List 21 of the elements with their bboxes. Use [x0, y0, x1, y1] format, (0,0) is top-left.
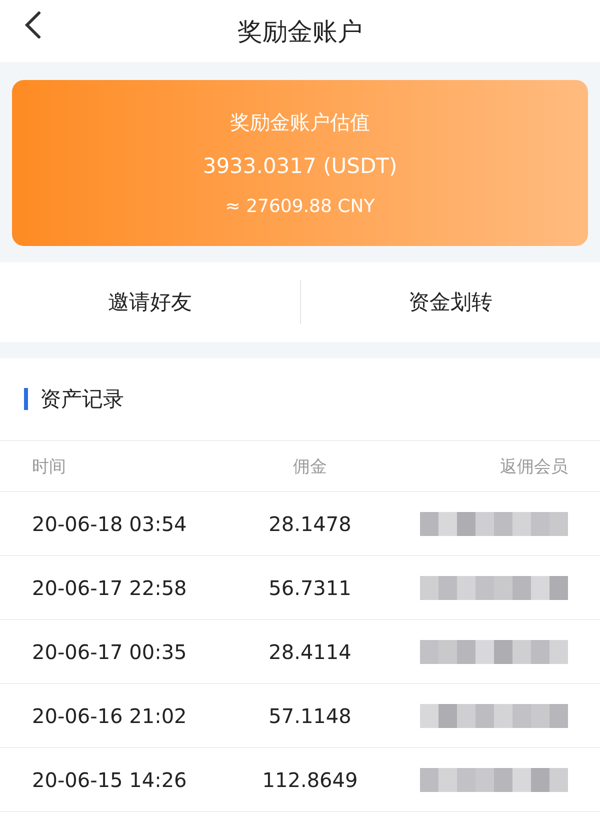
commission-cell-text: 28.4114: [268, 640, 352, 664]
action-button[interactable]: 邀请好友: [0, 262, 300, 342]
column-header: 返佣会员: [499, 456, 568, 478]
column-header: 时间: [32, 456, 67, 478]
card-value: 3933.0317 (USDT): [202, 154, 398, 178]
action-button[interactable]: 资金划转: [300, 262, 600, 342]
commission-cell-text: 56.7311: [268, 576, 352, 600]
back-icon[interactable]: [24, 10, 42, 40]
time-cell-text: 20-06-17 22:58: [32, 576, 188, 600]
section-title: 资产记录: [40, 386, 124, 413]
time-cell-text: 20-06-17 00:35: [32, 640, 188, 664]
column-header: 佣金: [292, 456, 328, 478]
commission-cell-text: 57.1148: [268, 704, 352, 728]
commission-cell-text: 28.1478: [268, 512, 352, 536]
time-cell-text: 20-06-18 03:54: [32, 512, 188, 536]
commission-cell-text: 112.8649: [261, 768, 359, 792]
card-label: 奖励金账户估值: [230, 109, 370, 136]
time-cell-text: 20-06-15 14:26: [32, 768, 188, 792]
page-title: 奖励金账户: [238, 16, 362, 48]
time-cell-text: 20-06-16 21:02: [32, 704, 188, 728]
card-converted-value: ≈ 27609.88 CNY: [225, 196, 375, 217]
